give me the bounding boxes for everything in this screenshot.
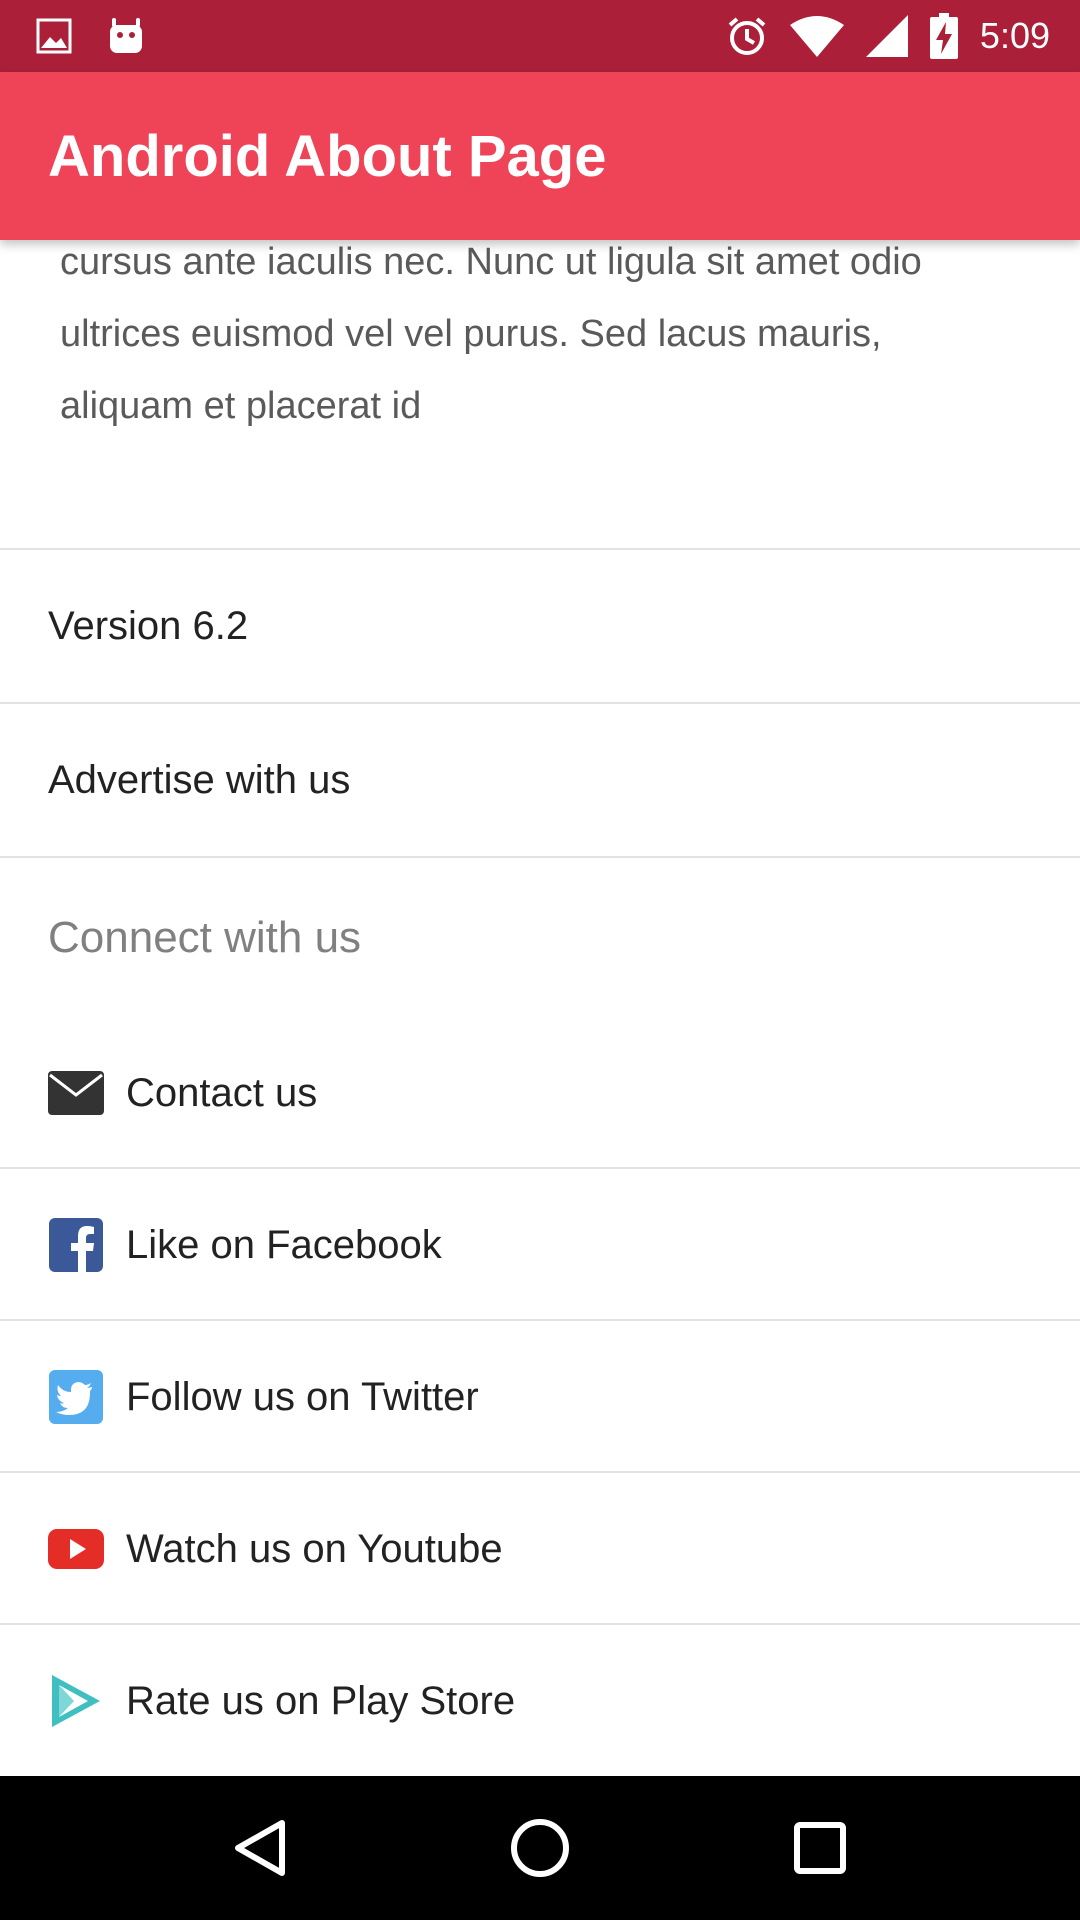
twitter-icon [48, 1369, 104, 1425]
play-store-label: Rate us on Play Store [126, 1678, 516, 1723]
advertise-label: Advertise with us [48, 757, 351, 802]
connect-header: Connect with us [48, 913, 362, 962]
play-store-item[interactable]: Rate us on Play Store [0, 1625, 1080, 1776]
contact-us-item[interactable]: Contact us [0, 1017, 1080, 1169]
version-item[interactable]: Version 6.2 [0, 550, 1080, 702]
alarm-icon [726, 15, 768, 57]
status-right: 5:09 [704, 13, 1050, 59]
battery-charging-icon [929, 13, 958, 59]
status-bar: 5:09 [0, 0, 1080, 72]
description-text: cursus ante iaculis nec. Nunc ut ligula … [60, 241, 922, 427]
youtube-icon [48, 1521, 104, 1577]
cell-signal-icon [865, 15, 908, 57]
status-time: 5:09 [979, 15, 1050, 56]
youtube-label: Watch us on Youtube [126, 1526, 503, 1571]
email-icon [48, 1065, 104, 1121]
status-left [36, 17, 180, 55]
divider [0, 856, 1080, 858]
app-title: Android About Page [48, 123, 607, 189]
wifi-icon [789, 15, 844, 57]
home-icon[interactable] [500, 1808, 580, 1888]
twitter-item[interactable]: Follow us on Twitter [0, 1321, 1080, 1473]
facebook-item[interactable]: Like on Facebook [0, 1169, 1080, 1321]
about-content[interactable]: cursus ante iaculis nec. Nunc ut ligula … [0, 240, 1080, 1776]
back-icon[interactable] [220, 1808, 300, 1888]
facebook-label: Like on Facebook [126, 1222, 442, 1267]
contact-us-label: Contact us [126, 1070, 318, 1115]
youtube-item[interactable]: Watch us on Youtube [0, 1473, 1080, 1625]
version-label: Version 6.2 [48, 603, 249, 648]
play-store-icon [48, 1673, 104, 1729]
android-icon [108, 17, 144, 55]
app-bar: Android About Page [0, 72, 1080, 240]
twitter-label: Follow us on Twitter [126, 1374, 479, 1419]
facebook-icon [48, 1217, 104, 1273]
gallery-icon [36, 18, 72, 54]
advertise-item[interactable]: Advertise with us [0, 704, 1080, 856]
navigation-bar [0, 1776, 1080, 1920]
recents-icon[interactable] [780, 1808, 860, 1888]
